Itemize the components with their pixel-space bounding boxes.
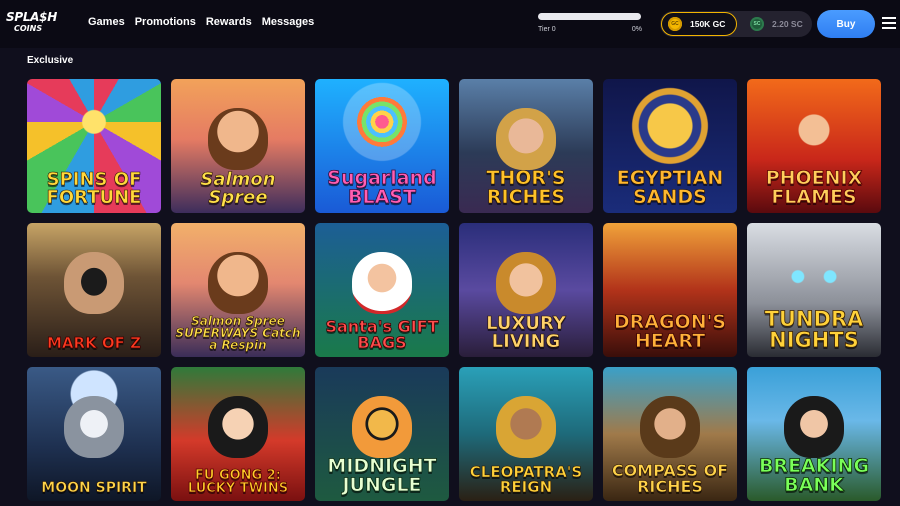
game-title: MARK OF Z [46,334,142,352]
game-tile[interactable]: TUNDRA NIGHTS [747,223,881,357]
sweeps-coins-toggle[interactable]: SC 2.20 SC [744,12,810,36]
character-art [352,396,412,459]
gold-coin-icon: GC [668,17,682,31]
game-tile[interactable]: Sugarland BLAST [315,79,449,213]
buy-button[interactable]: Buy [817,10,875,38]
game-title: CLEOPATRA'S REIGN [469,463,583,496]
sweeps-coin-balance: 2.20 SC [772,19,803,29]
character-art [496,396,556,459]
game-title: DRAGON'S HEART [613,311,727,352]
tier-label: Tier 0 [538,26,556,33]
game-title: FU GONG 2: LUCKY TWINS [187,468,289,496]
game-title: SPINS OF FORTUNE [46,169,142,208]
tier-progress[interactable]: Tier 0 0% [538,13,642,33]
game-title: EGYPTIAN SANDS [616,167,724,208]
game-title: Salmon Spree [200,169,276,208]
tier-progress-bar [538,13,641,20]
main-nav: Games Promotions Rewards Messages [88,16,314,28]
tier-percent: 0% [631,26,642,33]
character-art [640,396,700,459]
game-tile[interactable]: DRAGON'S HEART [603,223,737,357]
game-tile[interactable]: EGYPTIAN SANDS [603,79,737,213]
logo-text-top: SPLA$H [6,10,57,24]
logo-text-bottom: COINS [14,24,43,33]
game-title: Sugarland BLAST [327,167,437,208]
section-title-exclusive: Exclusive [27,55,74,66]
nav-messages[interactable]: Messages [262,16,315,28]
game-tile[interactable]: CLEOPATRA'S REIGN [459,367,593,501]
nav-promotions[interactable]: Promotions [135,16,196,28]
game-title: MOON SPIRIT [41,480,147,496]
game-title: TUNDRA NIGHTS [764,307,864,352]
game-tile[interactable]: FU GONG 2: LUCKY TWINS [171,367,305,501]
game-tile[interactable]: MARK OF Z [27,223,161,357]
character-art [208,396,268,459]
character-art [784,396,844,459]
character-art [64,252,124,315]
sweeps-coin-icon: SC [750,17,764,31]
game-tile[interactable]: Salmon Spree SUPERWAYS Catch a Respin [171,223,305,357]
game-title: Salmon Spree SUPERWAYS Catch a Respin [175,314,301,352]
game-tile[interactable]: COMPASS OF RICHES [603,367,737,501]
character-art [496,108,556,171]
game-tile[interactable]: THOR'S RICHES [459,79,593,213]
character-art [496,252,556,315]
game-title: COMPASS OF RICHES [611,461,729,496]
game-tile[interactable]: PHOENIX FLAMES [747,79,881,213]
game-tile[interactable]: BREAKING BANK [747,367,881,501]
game-title: MIDNIGHT JUNGLE [327,455,437,496]
game-title: THOR'S RICHES [486,167,566,208]
character-art [208,252,268,315]
character-art [208,108,268,171]
game-tile[interactable]: LUXURY LIVING [459,223,593,357]
splash-coins-logo[interactable]: SPLA$H COINS [6,10,57,38]
character-art [352,252,412,315]
game-tile[interactable]: Salmon Spree [171,79,305,213]
game-title: BREAKING BANK [758,455,870,496]
nav-games[interactable]: Games [88,16,125,28]
gold-coin-balance: 150K GC [690,19,726,29]
game-tile[interactable]: SPINS OF FORTUNE [27,79,161,213]
currency-switcher: GC 150K GC SC 2.20 SC [660,11,812,37]
character-art [64,396,124,459]
game-title: PHOENIX FLAMES [765,167,863,208]
top-header: SPLA$H COINS Games Promotions Rewards Me… [0,0,900,48]
game-tile[interactable]: MIDNIGHT JUNGLE [315,367,449,501]
game-title: Santa's GIFT BAGS [325,317,439,352]
hamburger-menu-icon[interactable] [882,17,896,29]
gold-coins-toggle[interactable]: GC 150K GC [661,12,737,36]
game-title: LUXURY LIVING [486,313,566,352]
game-tile[interactable]: MOON SPIRIT [27,367,161,501]
nav-rewards[interactable]: Rewards [206,16,252,28]
games-grid: SPINS OF FORTUNE Salmon Spree Sugarland … [27,79,881,501]
game-tile[interactable]: Santa's GIFT BAGS [315,223,449,357]
